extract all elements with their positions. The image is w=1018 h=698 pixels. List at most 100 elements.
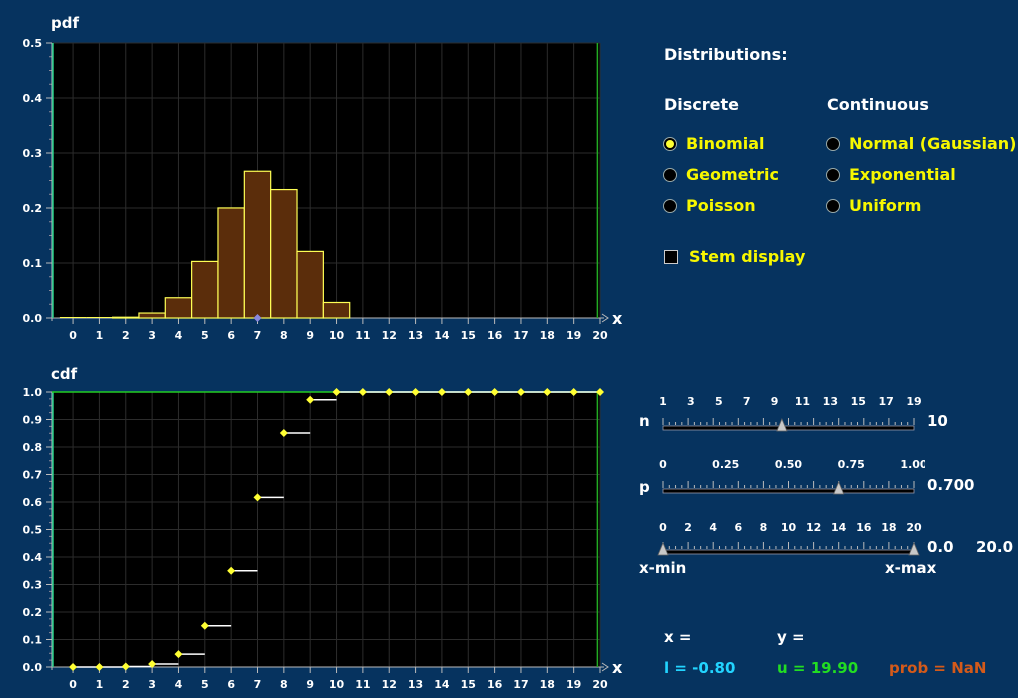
radio-binomial[interactable]: Binomial: [663, 134, 765, 153]
x-tick-label: 17: [513, 329, 528, 342]
pdf-plot[interactable]: pdf0.00.10.20.30.40.50 1 2 3 4 5 6 7 8 9 10 11 12 13 1…: [0, 0, 640, 350]
slider-thumb-icon: [908, 541, 920, 556]
x-tick-label: 7: [254, 678, 262, 691]
slider-tick-label: 17: [878, 395, 893, 408]
plot-title: cdf: [51, 365, 78, 383]
x-tick-label: 1: [96, 329, 104, 342]
x-tick-label: 16: [487, 329, 503, 342]
x-tick-label: 6: [227, 329, 235, 342]
radio-exponential[interactable]: Exponential: [826, 165, 956, 184]
slider-tick-label: 0: [659, 458, 667, 471]
slider-thumb-icon: [833, 480, 845, 495]
x-tick-label: 16: [487, 678, 503, 691]
radio-label: Binomial: [686, 134, 765, 153]
slider-n-value: 10: [927, 412, 948, 430]
slider-tick-label: 12: [806, 521, 821, 534]
slider-tick-label: 5: [715, 395, 723, 408]
x-tick-label: 20: [592, 678, 608, 691]
x-tick-label: 13: [408, 329, 423, 342]
x-max-value: 20.0: [976, 538, 1014, 556]
plot-title: pdf: [51, 14, 79, 32]
slider-tick-label: 1.00: [900, 458, 925, 471]
distributions-title: Distributions:: [664, 45, 788, 64]
x-min-label: x-min: [639, 559, 687, 577]
x-tick-label: 12: [382, 329, 397, 342]
radio-button-icon[interactable]: [663, 136, 677, 151]
continuous-header: Continuous: [827, 95, 929, 114]
y-tick-label: 0.9: [23, 414, 43, 427]
probability-readout: prob = NaN: [889, 659, 987, 677]
slider-tick-label: 2: [684, 521, 692, 534]
radio-geometric[interactable]: Geometric: [663, 165, 779, 184]
cdf-plot[interactable]: cdf0.00.10.20.30.40.50.60.70.80.91.00 1 2 3…: [0, 355, 640, 698]
slider-tick-label: 1: [659, 395, 667, 408]
x-tick-label: 9: [306, 678, 314, 691]
radio-label: Exponential: [849, 165, 956, 184]
radio-button-icon[interactable]: [663, 167, 677, 182]
x-tick-label: 17: [513, 678, 528, 691]
x-tick-label: 15: [461, 678, 476, 691]
slider-p-value: 0.700: [927, 476, 975, 494]
y-tick-label: 0.2: [23, 606, 43, 619]
y-tick-label: 0.3: [23, 579, 43, 592]
x-tick-label: 3: [148, 678, 156, 691]
slider-tick-label: 0: [659, 521, 667, 534]
slider-n-label: n: [639, 412, 650, 430]
radio-button-icon[interactable]: [826, 136, 840, 151]
radio-button-icon[interactable]: [663, 198, 677, 213]
x-tick-label: 4: [175, 329, 183, 342]
x-tick-label: 0: [69, 329, 77, 342]
slider-tick-label: 7: [743, 395, 751, 408]
x-tick-label: 8: [280, 329, 288, 342]
pdf-bar: [111, 316, 140, 319]
slider-tick-label: 20: [906, 521, 922, 534]
x-tick-label: 2: [122, 678, 130, 691]
radio-uniform[interactable]: Uniform: [826, 196, 921, 215]
slider-thumb-icon: [776, 417, 788, 432]
x-tick-label: 7: [254, 329, 262, 342]
radio-normal[interactable]: Normal (Gaussian): [826, 134, 1016, 153]
pdf-bar: [243, 170, 272, 319]
x-tick-label: 11: [355, 678, 370, 691]
slider-thumb-icon: [657, 541, 669, 556]
slider-tick-label: 0.25: [712, 458, 739, 471]
y-tick-label: 0.3: [23, 147, 43, 160]
pdf-bar: [191, 260, 219, 319]
pdf-bar: [296, 250, 324, 319]
radio-label: Geometric: [686, 165, 780, 184]
slider-tick-label: 13: [823, 395, 838, 408]
slider-track: [662, 425, 915, 431]
slider-n[interactable]: 1 3 5 7 9 11 13 15 17 19: [655, 390, 925, 440]
slider-tick-label: 8: [760, 521, 768, 534]
x-tick-label: 14: [434, 329, 450, 342]
x-min-value: 0.0: [927, 538, 954, 556]
radio-poisson[interactable]: Poisson: [663, 196, 756, 215]
slider-p[interactable]: 0 0.25 0.50 0.75 1.00: [655, 453, 925, 503]
x-tick-label: 1: [96, 678, 104, 691]
x-max-label: x-max: [885, 559, 937, 577]
x-tick-label: 6: [227, 678, 235, 691]
lower-bound-readout: l = -0.80: [664, 659, 736, 677]
x-tick-label: 18: [540, 329, 555, 342]
y-tick-label: 0.6: [23, 496, 43, 509]
pdf-bar: [217, 207, 245, 319]
slider-tick-label: 18: [881, 521, 896, 534]
x-tick-label: 11: [355, 329, 370, 342]
radio-button-icon[interactable]: [826, 167, 840, 182]
slider-tick-label: 3: [687, 395, 695, 408]
x-tick-label: 20: [592, 329, 608, 342]
x-tick-label: 19: [566, 329, 581, 342]
slider-tick-label: 0.75: [838, 458, 865, 471]
slider-tick-label: 16: [856, 521, 872, 534]
x-axis-label: x: [612, 309, 623, 328]
radio-label: Normal (Gaussian): [849, 134, 1017, 153]
x-tick-label: 4: [175, 678, 183, 691]
slider-tick-label: 0.50: [775, 458, 802, 471]
checkbox-icon[interactable]: [664, 249, 678, 264]
stem-display-checkbox[interactable]: Stem display: [664, 247, 805, 266]
x-tick-label: 19: [566, 678, 581, 691]
slider-x-range[interactable]: 0 2 4 6 8 10 12 14 16 18 20: [655, 516, 925, 561]
slider-tick-label: 9: [771, 395, 779, 408]
radio-button-icon[interactable]: [826, 198, 840, 213]
slider-tick-label: 19: [906, 395, 921, 408]
